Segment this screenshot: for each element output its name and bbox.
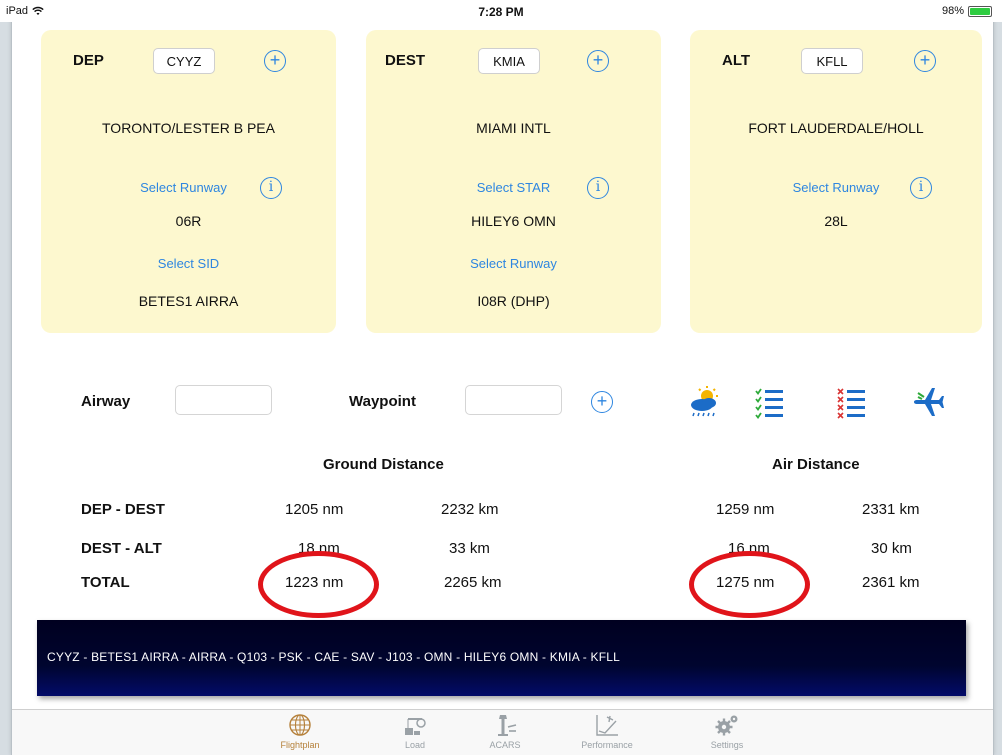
battery-icon <box>968 5 992 17</box>
row-label: TOTAL <box>81 574 130 591</box>
tab-acars[interactable]: ACARS <box>465 713 545 755</box>
tab-settings[interactable]: Settings <box>687 713 767 755</box>
route-entry-row: Airway Waypoint + <box>0 385 1002 419</box>
dest-add-button[interactable]: + <box>587 50 609 72</box>
dep-runway-info-icon[interactable]: i <box>260 177 282 199</box>
performance-chart-icon <box>596 715 618 736</box>
dest-card: DEST KMIA + MIAMI INTL Select STAR i HIL… <box>366 30 661 333</box>
ground-km: 33 km <box>449 540 490 557</box>
dep-sid-value: BETES1 AIRRA <box>138 293 239 309</box>
tab-label: Load <box>404 740 426 750</box>
air-nm: 1259 nm <box>716 501 775 518</box>
airplane-icon[interactable] <box>912 385 946 419</box>
row-label: DEST - ALT <box>81 540 162 557</box>
battery-percent: 98% <box>941 5 964 17</box>
dest-star-info-icon[interactable]: i <box>587 177 609 199</box>
ground-km: 2265 km <box>444 574 502 591</box>
ground-km: 2232 km <box>441 501 499 518</box>
row-label: DEP - DEST <box>81 501 165 518</box>
tab-performance[interactable]: Performance <box>567 713 647 755</box>
dest-select-star-link[interactable]: Select STAR <box>366 180 661 195</box>
ground-distance-heading: Ground Distance <box>323 456 444 473</box>
tab-label: Performance <box>581 740 633 750</box>
tab-flightplan[interactable]: Flightplan <box>260 713 340 755</box>
dep-airport-name: TORONTO/LESTER B PEA <box>102 120 275 136</box>
alt-code-field[interactable]: KFLL <box>801 48 863 74</box>
dest-label: DEST <box>385 52 426 69</box>
dest-star-value: HILEY6 OMN <box>471 213 556 229</box>
dep-select-runway-link[interactable]: Select Runway <box>41 180 336 195</box>
clock: 7:28 PM <box>478 5 524 19</box>
alt-airport-name: FORT LAUDERDALE/HOLL <box>748 120 924 136</box>
status-bar: iPad 7:28 PM 98% <box>0 0 1002 22</box>
air-km: 2361 km <box>862 574 920 591</box>
dest-airport-name: MIAMI INTL <box>476 120 551 136</box>
waypoint-add-button[interactable]: + <box>591 391 613 413</box>
route-string: CYYZ - BETES1 AIRRA - AIRRA - Q103 - PSK… <box>47 650 620 664</box>
air-km: 30 km <box>871 540 912 557</box>
route-string-banner: CYYZ - BETES1 AIRRA - AIRRA - Q103 - PSK… <box>37 620 966 696</box>
alt-label: ALT <box>722 52 751 69</box>
waypoint-input[interactable] <box>465 385 562 415</box>
ground-nm: 1205 nm <box>285 501 344 518</box>
gears-icon <box>715 715 738 736</box>
tab-label: Flightplan <box>280 740 320 750</box>
checklist-icon[interactable] <box>752 385 786 419</box>
alt-add-button[interactable]: + <box>914 50 936 72</box>
dest-select-runway-link[interactable]: Select Runway <box>366 256 661 271</box>
tab-label: ACARS <box>489 740 521 750</box>
waypoint-label: Waypoint <box>349 393 416 410</box>
alt-runway-value: 28L <box>824 213 848 229</box>
alt-select-runway-link[interactable]: Select Runway <box>690 180 982 195</box>
load-icon <box>405 718 426 735</box>
weather-icon[interactable] <box>688 385 722 419</box>
tab-label: Settings <box>710 740 744 750</box>
dep-runway-value: 06R <box>175 213 202 229</box>
globe-icon <box>289 714 311 736</box>
alt-runway-info-icon[interactable]: i <box>910 177 932 199</box>
distance-row-total: TOTAL 1223 nm 2265 km 1275 nm 2361 km <box>0 574 1002 594</box>
ground-total-highlight-ring <box>258 551 379 618</box>
distance-row-dep-dest: DEP - DEST 1205 nm 2232 km 1259 nm 2331 … <box>0 501 1002 521</box>
dep-add-button[interactable]: + <box>264 50 286 72</box>
alt-card: ALT KFLL + FORT LAUDERDALE/HOLL Select R… <box>690 30 982 333</box>
battery-level <box>970 7 990 15</box>
dest-runway-value: I08R (DHP) <box>477 293 550 309</box>
airway-label: Airway <box>81 393 131 410</box>
airway-input[interactable] <box>175 385 272 415</box>
tab-bar: Flightplan Load ACARS Performance Settin… <box>12 709 993 755</box>
dep-label: DEP <box>73 52 104 69</box>
air-total-highlight-ring <box>689 551 810 618</box>
failed-checklist-icon[interactable] <box>834 385 868 419</box>
air-km: 2331 km <box>862 501 920 518</box>
air-distance-heading: Air Distance <box>772 456 860 473</box>
dep-card: DEP CYYZ + TORONTO/LESTER B PEA Select R… <box>41 30 336 333</box>
dest-code-field[interactable]: KMIA <box>478 48 540 74</box>
dep-code-field[interactable]: CYYZ <box>153 48 215 74</box>
acars-tower-icon <box>498 715 517 736</box>
tab-load[interactable]: Load <box>375 713 455 755</box>
distance-row-dest-alt: DEST - ALT 18 nm 33 km 16 nm 30 km <box>0 540 1002 560</box>
dep-select-sid-link[interactable]: Select SID <box>41 256 336 271</box>
